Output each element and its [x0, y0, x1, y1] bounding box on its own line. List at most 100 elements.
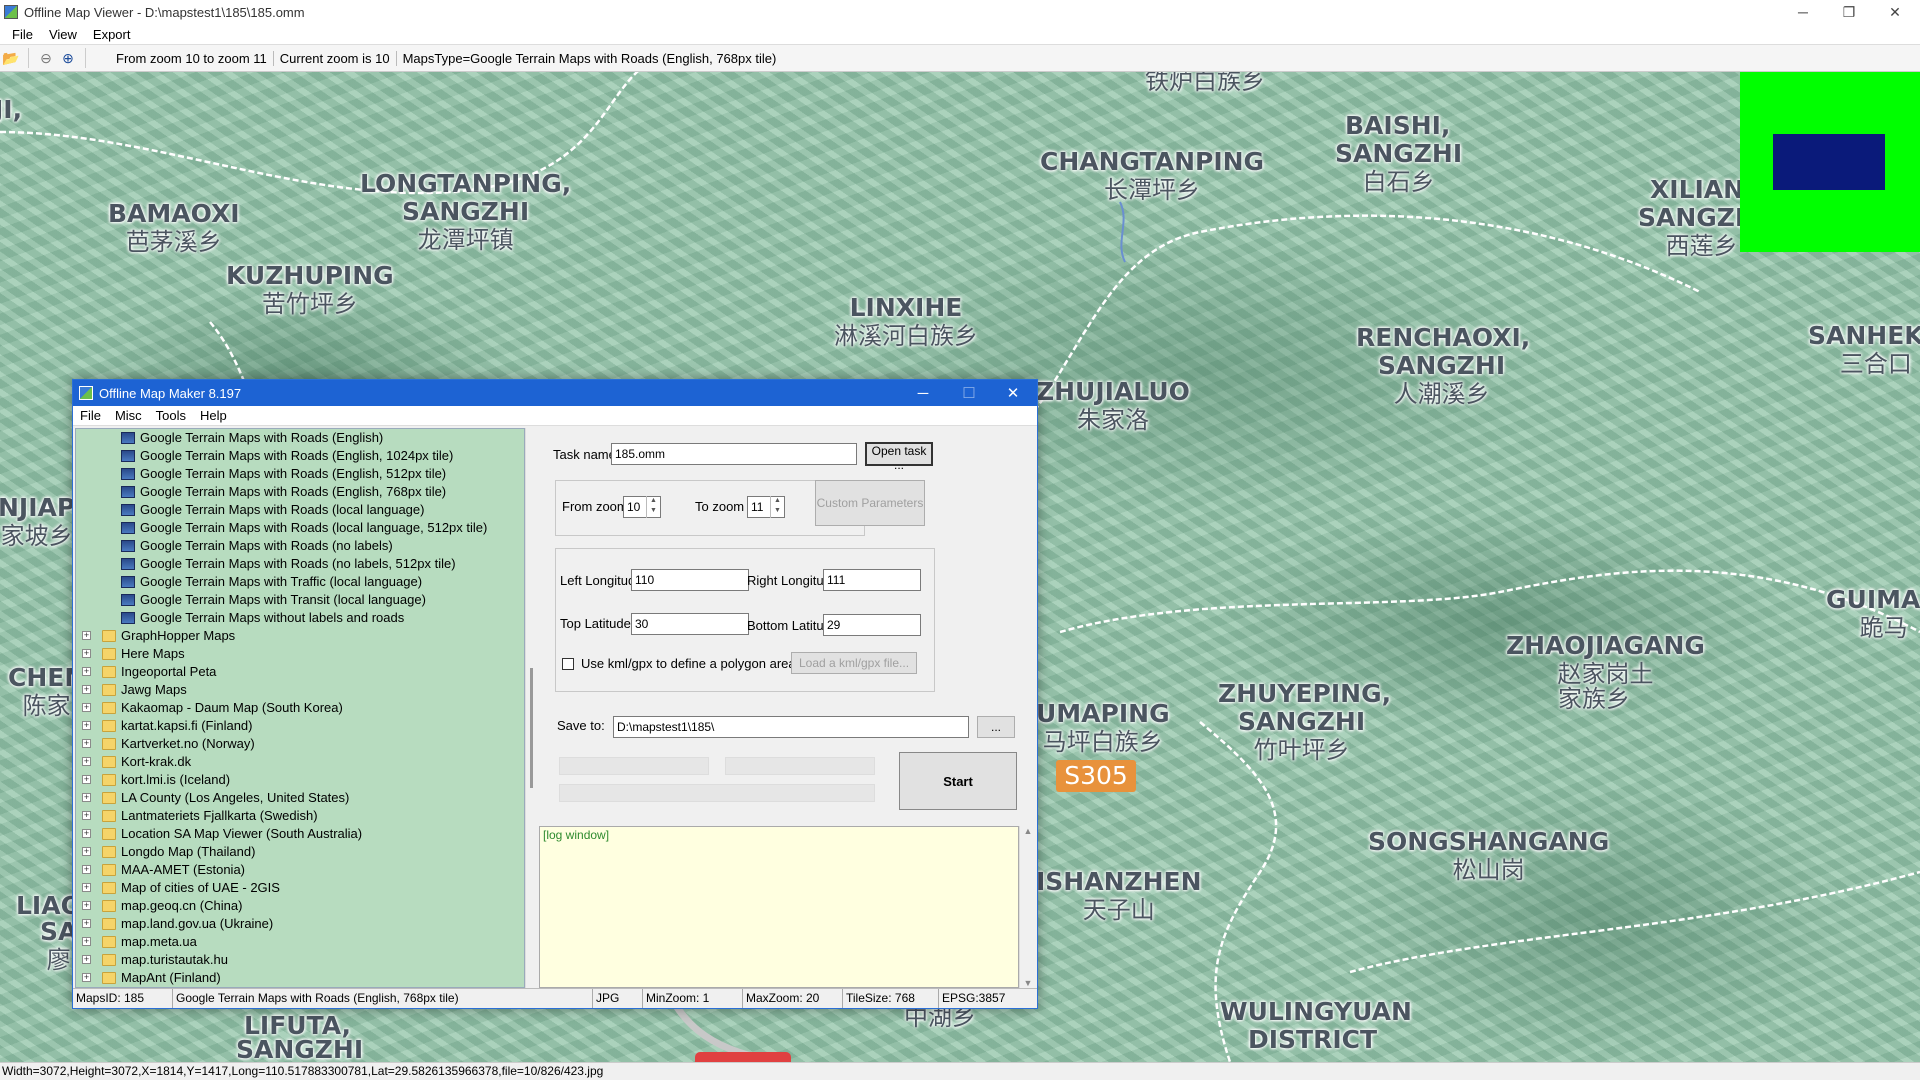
tree-item-maptype[interactable]: Google Terrain Maps with Roads (local la… [76, 501, 524, 519]
tree-folder[interactable]: + GraphHopper Maps [76, 627, 524, 645]
tree-item-maptype[interactable]: Google Terrain Maps without labels and r… [76, 609, 524, 627]
to-zoom-stepper[interactable]: ▲ ▼ [770, 496, 784, 518]
dialog-close-button[interactable]: ✕ [991, 380, 1035, 406]
zoom-in-icon[interactable]: ⊕ [57, 47, 79, 69]
map-source-tree[interactable]: Google Terrain Maps with Roads (English)… [75, 428, 525, 988]
log-scrollbar[interactable]: ▲ ▼ [1019, 826, 1036, 988]
expand-icon[interactable]: + [82, 685, 91, 694]
expand-icon[interactable]: + [82, 901, 91, 910]
tree-folder-label: MAA-AMET (Estonia) [121, 862, 246, 877]
expand-icon[interactable]: + [82, 883, 91, 892]
folder-icon [102, 666, 116, 678]
tree-item-maptype[interactable]: Google Terrain Maps with Traffic (local … [76, 573, 524, 591]
left-longitude-input[interactable] [631, 569, 749, 591]
tree-folder[interactable]: + Kort-krak.dk [76, 753, 524, 771]
tree-item-label: Google Terrain Maps with Roads (no label… [140, 556, 456, 571]
minimap[interactable] [1740, 72, 1920, 252]
from-zoom-stepper[interactable]: ▲ ▼ [646, 496, 660, 518]
tree-folder[interactable]: + Kakaomap - Daum Map (South Korea) [76, 699, 524, 717]
dialog-menu-help[interactable]: Help [193, 408, 234, 423]
map-label: SANGZHI 竹叶坪乡 [1238, 707, 1366, 764]
tree-item-maptype[interactable]: Google Terrain Maps with Roads (English) [76, 429, 524, 447]
use-kml-checkbox[interactable] [562, 658, 574, 670]
tree-scrollbar-thumb[interactable] [530, 668, 533, 788]
open-folder-icon[interactable]: 📂 [0, 47, 22, 69]
tree-folder[interactable]: + Map of cities of UAE - 2GIS [76, 879, 524, 897]
open-task-button[interactable]: Open task ... [865, 442, 933, 472]
dialog-minimize-button[interactable]: ─ [901, 380, 945, 406]
expand-icon[interactable]: + [82, 847, 91, 856]
task-form: Task name Open task ... From zoom ▲▼ To … [543, 428, 1037, 708]
expand-icon[interactable]: + [82, 811, 91, 820]
expand-icon[interactable]: + [82, 757, 91, 766]
expand-icon[interactable]: + [82, 919, 91, 928]
tree-folder[interactable]: + map.land.gov.ua (Ukraine) [76, 915, 524, 933]
minimize-button[interactable]: ─ [1780, 0, 1826, 24]
tree-folder[interactable]: + Ingeoportal Peta [76, 663, 524, 681]
tree-folder[interactable]: + map.turistautak.hu [76, 951, 524, 969]
tree-item-maptype[interactable]: Google Terrain Maps with Roads (English,… [76, 465, 524, 483]
maximize-button[interactable]: ❐ [1826, 0, 1872, 24]
expand-icon[interactable]: + [82, 631, 91, 640]
tree-item-maptype[interactable]: Google Terrain Maps with Roads (English,… [76, 447, 524, 465]
tree-folder[interactable]: + MAA-AMET (Estonia) [76, 861, 524, 879]
tree-folder[interactable]: + Lantmateriets Fjallkarta (Swedish) [76, 807, 524, 825]
tree-folder[interactable]: + Here Maps [76, 645, 524, 663]
tree-folder[interactable]: + Longdo Map (Thailand) [76, 843, 524, 861]
save-to-input[interactable] [613, 716, 969, 738]
right-longitude-input[interactable] [823, 569, 921, 591]
tree-item-maptype[interactable]: Google Terrain Maps with Transit (local … [76, 591, 524, 609]
tree-item-maptype[interactable]: Google Terrain Maps with Roads (English,… [76, 483, 524, 501]
tree-folder[interactable]: + kartat.kapsi.fi (Finland) [76, 717, 524, 735]
tree-folder[interactable]: + LA County (Los Angeles, United States) [76, 789, 524, 807]
menu-export[interactable]: Export [85, 27, 139, 42]
close-button[interactable]: ✕ [1872, 0, 1918, 24]
dialog-maximize-button[interactable]: ☐ [947, 380, 991, 406]
menu-view[interactable]: View [41, 27, 85, 42]
tree-item-maptype[interactable]: Google Terrain Maps with Roads (no label… [76, 555, 524, 573]
expand-icon[interactable]: + [82, 667, 91, 676]
expand-icon[interactable]: + [82, 721, 91, 730]
dialog-menu-file[interactable]: File [73, 408, 108, 423]
expand-icon[interactable]: + [82, 649, 91, 658]
map-tile-icon [121, 612, 135, 624]
maps-id-status: MapsID: 185 [73, 989, 173, 1008]
load-kml-button[interactable]: Load a kml/gpx file... [791, 652, 917, 674]
task-name-input[interactable] [611, 443, 857, 465]
bottom-latitude-input[interactable] [823, 614, 921, 636]
tree-item-maptype[interactable]: Google Terrain Maps with Roads (local la… [76, 519, 524, 537]
tree-folder-label: MapAnt (Finland) [121, 970, 221, 985]
tree-folder-label: Kartverket.no (Norway) [121, 736, 255, 751]
tree-folder[interactable]: + Kartverket.no (Norway) [76, 735, 524, 753]
format-status: JPG [593, 989, 643, 1008]
browse-button[interactable]: ... [977, 716, 1015, 738]
custom-parameters-button[interactable]: Custom Parameters [815, 480, 925, 526]
dialog-menu-tools[interactable]: Tools [149, 408, 193, 423]
expand-icon[interactable]: + [82, 865, 91, 874]
map-tile-icon [121, 432, 135, 444]
top-latitude-input[interactable] [631, 613, 749, 635]
expand-icon[interactable]: + [82, 955, 91, 964]
expand-icon[interactable]: + [82, 703, 91, 712]
tree-folder[interactable]: + map.meta.ua [76, 933, 524, 951]
expand-icon[interactable]: + [82, 739, 91, 748]
tree-folder[interactable]: + Jawg Maps [76, 681, 524, 699]
expand-icon[interactable]: + [82, 775, 91, 784]
tree-folder[interactable]: + MapAnt (Finland) [76, 969, 524, 987]
expand-icon[interactable]: + [82, 937, 91, 946]
tree-folder[interactable]: + kort.lmi.is (Iceland) [76, 771, 524, 789]
log-window[interactable]: [log window] [539, 826, 1019, 988]
expand-icon[interactable]: + [82, 829, 91, 838]
menu-file[interactable]: File [4, 27, 41, 42]
tree-folder[interactable]: + map.geoq.cn (China) [76, 897, 524, 915]
app-icon [4, 5, 18, 19]
dialog-menu-misc[interactable]: Misc [108, 408, 149, 423]
map-label: LONGTANPING, [360, 169, 572, 198]
zoom-out-icon[interactable]: ⊖ [35, 47, 57, 69]
expand-icon[interactable]: + [82, 973, 91, 982]
tree-item-maptype[interactable]: Google Terrain Maps with Roads (no label… [76, 537, 524, 555]
minimap-viewport[interactable] [1773, 134, 1885, 190]
start-button[interactable]: Start [899, 752, 1017, 810]
tree-folder[interactable]: + Location SA Map Viewer (South Australia… [76, 825, 524, 843]
expand-icon[interactable]: + [82, 793, 91, 802]
